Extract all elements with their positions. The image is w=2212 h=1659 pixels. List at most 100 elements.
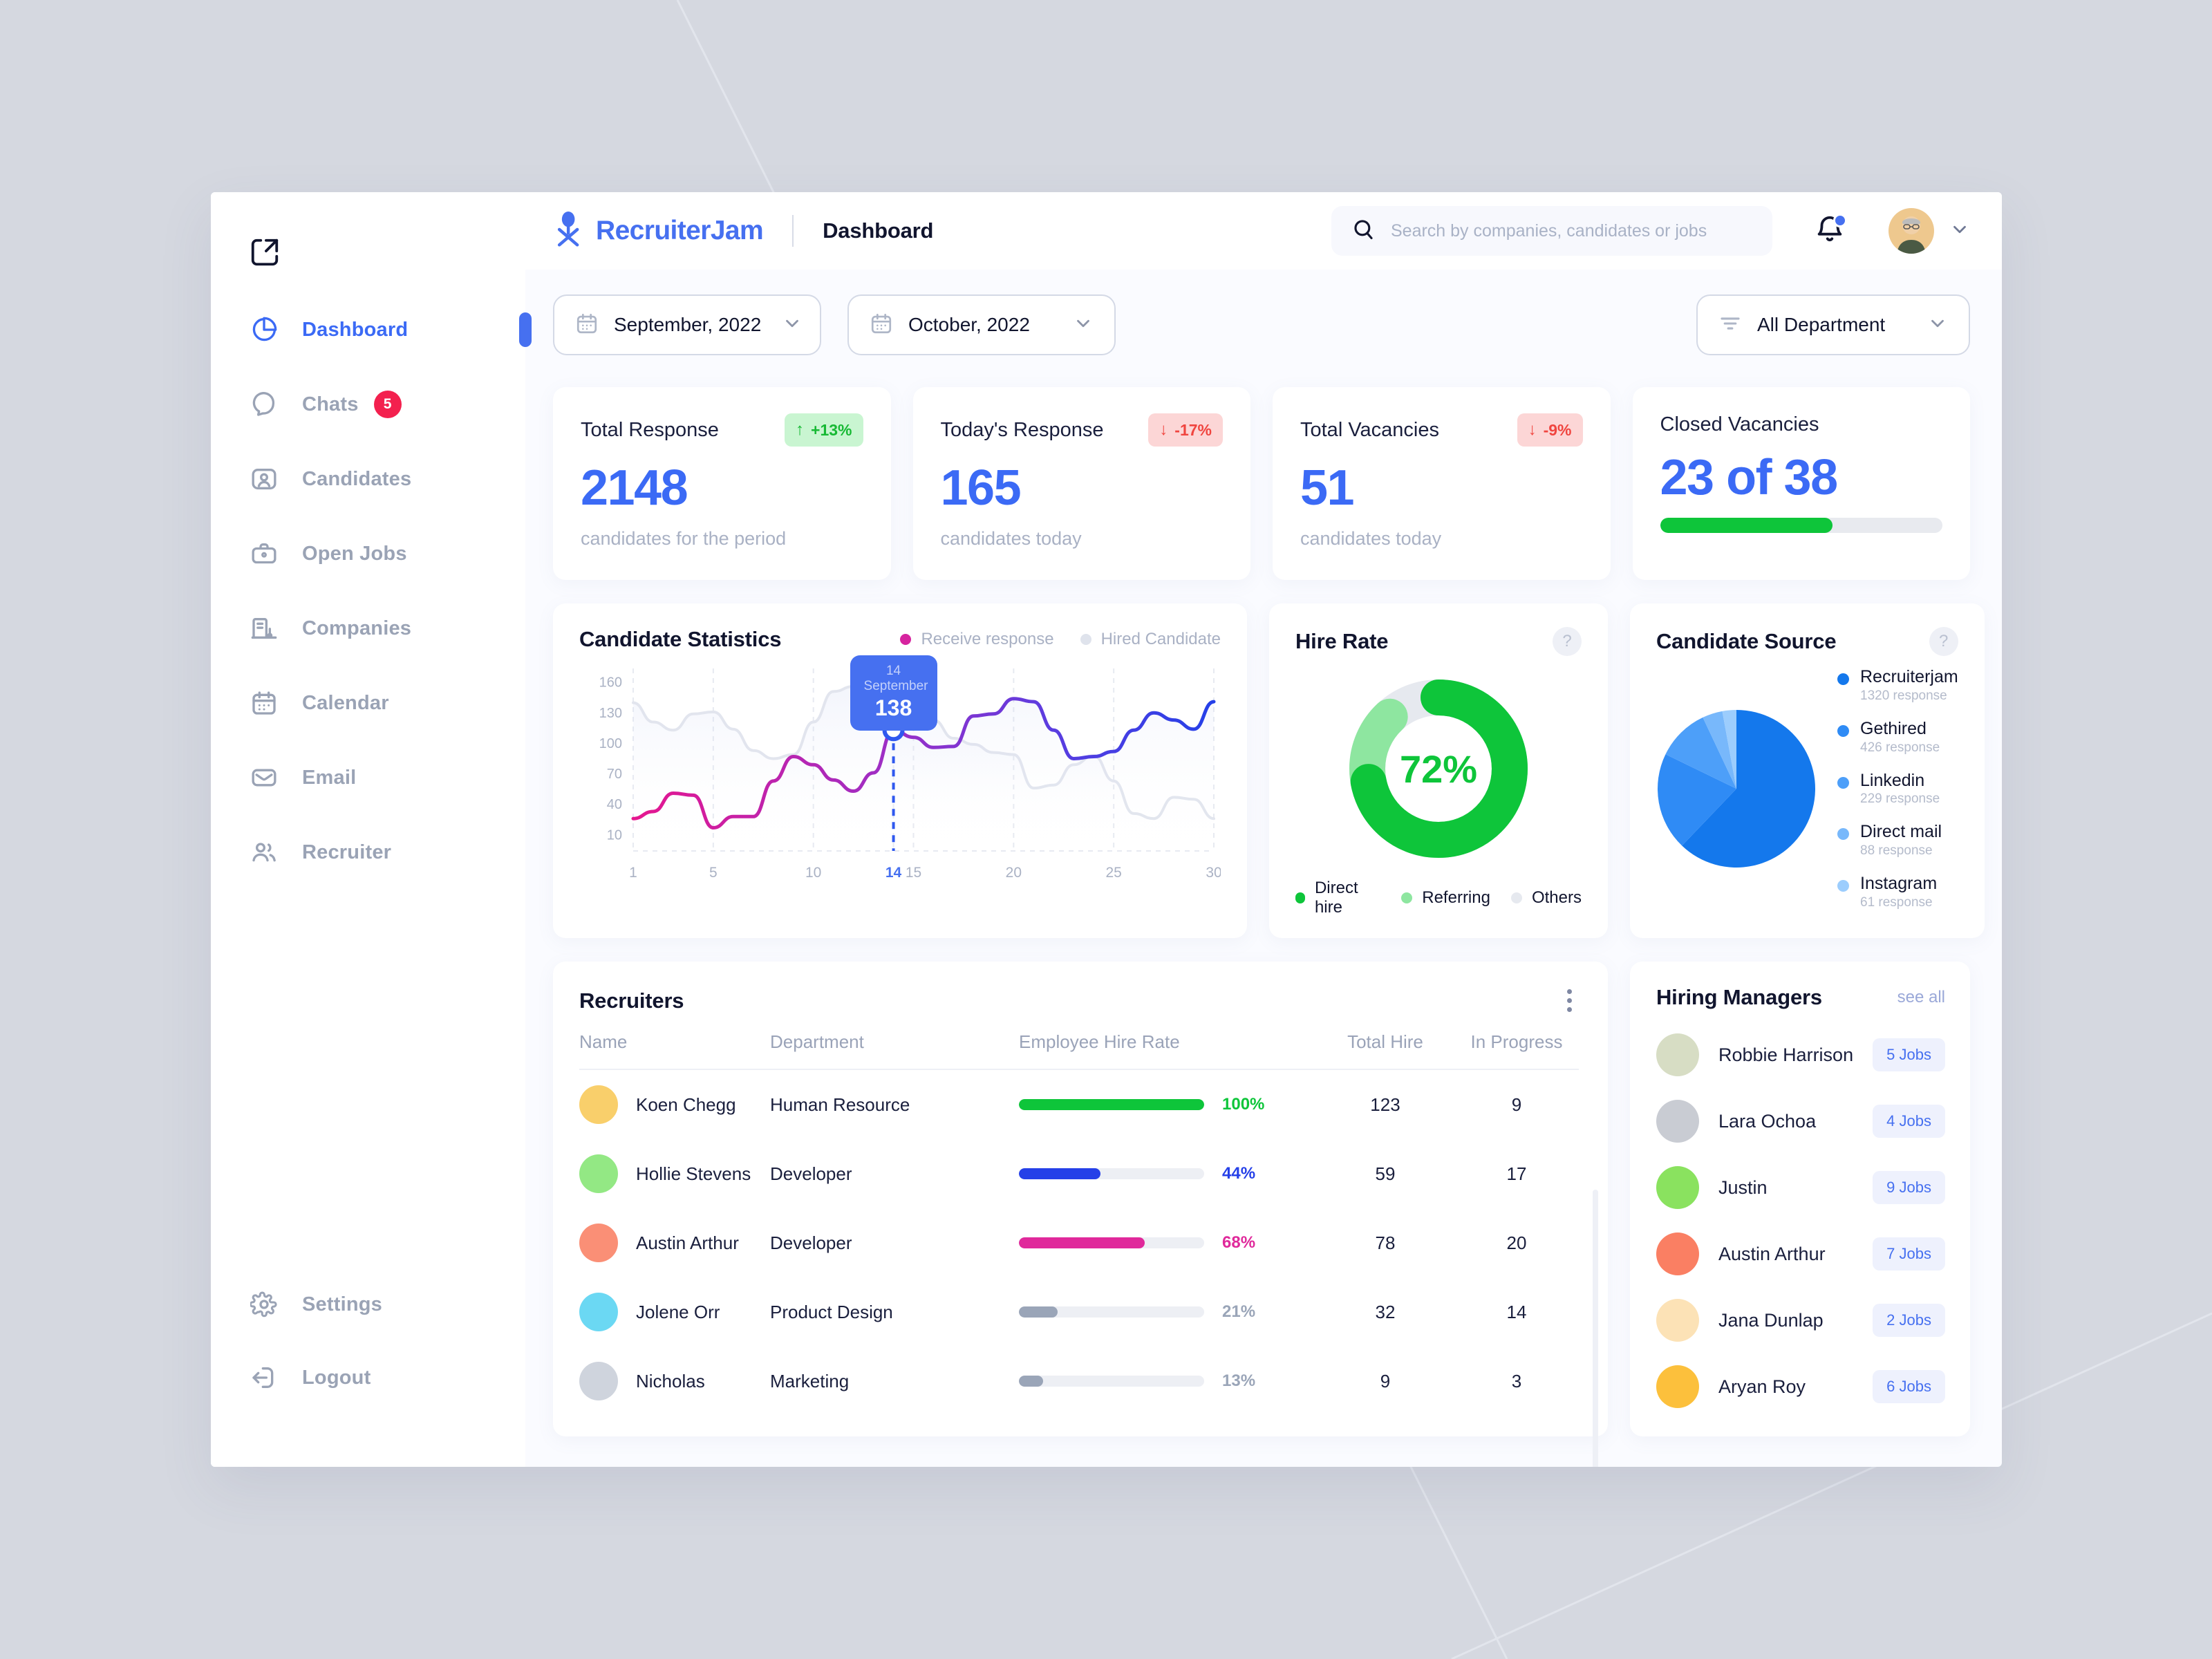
list-item[interactable]: Robbie Harrison 5 Jobs xyxy=(1656,1033,1945,1076)
avatar xyxy=(1656,1100,1699,1143)
sidebar-bottom-nav: Settings Logout xyxy=(211,1284,525,1398)
help-question-icon[interactable]: ? xyxy=(1929,627,1958,656)
x-axis-tick: 25 xyxy=(1105,865,1121,881)
sidebar-item-email[interactable]: Email xyxy=(211,758,525,798)
calendar-icon xyxy=(870,312,893,339)
legend-item-hired-candidate: Hired Candidate xyxy=(1080,630,1221,649)
brand[interactable]: RecruiterJam xyxy=(553,211,764,251)
search-input[interactable] xyxy=(1391,221,1752,241)
hire-rate-value: 21% xyxy=(1222,1302,1256,1321)
sidebar-item-label: Email xyxy=(302,766,357,789)
list-item[interactable]: Justin 9 Jobs xyxy=(1656,1166,1945,1209)
legend-label: Referring xyxy=(1422,888,1490,907)
table-row[interactable]: Koen Chegg Human Resource 100% 123 9 xyxy=(579,1069,1579,1139)
sidebar-item-chats[interactable]: Chats 5 xyxy=(211,384,525,424)
sidebar-item-label: Settings xyxy=(302,1293,382,1315)
source-count: 88 response xyxy=(1860,843,1933,858)
department-select[interactable]: All Department xyxy=(1696,294,1970,355)
hire-rate-value: 44% xyxy=(1222,1164,1256,1183)
stat-value: 2148 xyxy=(581,460,688,516)
list-item[interactable]: Austin Arthur 7 Jobs xyxy=(1656,1232,1945,1275)
notifications-button[interactable] xyxy=(1814,213,1847,249)
sidebar-item-settings[interactable]: Settings xyxy=(211,1284,525,1324)
cell-department: Product Design xyxy=(770,1301,893,1322)
sidebar-item-candidates[interactable]: Candidates xyxy=(211,459,525,499)
source-count: 229 response xyxy=(1860,791,1940,807)
hire-rate-bar xyxy=(1019,1237,1204,1248)
table-row[interactable]: Austin Arthur Developer 68% 78 20 xyxy=(579,1208,1579,1277)
cell-name: Koen Chegg xyxy=(579,1069,770,1139)
sidebar-item-logout[interactable]: Logout xyxy=(211,1358,525,1398)
column-header-hire-rate: Employee Hire Rate xyxy=(1019,1031,1180,1052)
dashboard-content: September, 2022 October, 2022 All Depart… xyxy=(525,270,2002,1467)
x-axis-tick: 14 xyxy=(885,865,902,881)
y-axis-tick: 10 xyxy=(607,827,622,843)
avatar xyxy=(579,1224,618,1262)
table-row[interactable]: Jolene Orr Product Design 21% 32 14 xyxy=(579,1277,1579,1347)
cell-name: Nicholas xyxy=(579,1347,770,1416)
collapse-panel-icon[interactable] xyxy=(249,236,281,272)
delta-value: +13% xyxy=(811,420,852,439)
source-count: 1320 response xyxy=(1860,688,1947,703)
list-item[interactable]: Aryan Roy 6 Jobs xyxy=(1656,1365,1945,1408)
help-question-icon[interactable]: ? xyxy=(1553,627,1582,656)
sidebar-item-label: Calendar xyxy=(302,691,389,714)
envelope-icon xyxy=(249,762,279,793)
table-row[interactable]: Nicholas Marketing 13% 9 3 xyxy=(579,1347,1579,1416)
arrow-down-icon: ↓ xyxy=(1528,420,1537,439)
month-from-select[interactable]: September, 2022 xyxy=(553,294,821,355)
manager-name: Austin Arthur xyxy=(1718,1243,1826,1264)
jobs-badge: 9 Jobs xyxy=(1873,1171,1945,1204)
chevron-down-icon xyxy=(761,313,803,337)
column-header-name: Name xyxy=(579,1031,628,1052)
stat-head: Total Vacancies ↓ -9% xyxy=(1300,413,1583,447)
candidate-source-legend-item: Instagram 61 response xyxy=(1837,874,1958,910)
sidebar-item-dashboard[interactable]: Dashboard xyxy=(211,310,532,350)
building-icon xyxy=(249,613,279,644)
panel-head: Recruiters xyxy=(579,985,1579,1016)
jobs-badge: 5 Jobs xyxy=(1873,1038,1945,1071)
month-to-value: October, 2022 xyxy=(908,314,1030,335)
search-box[interactable] xyxy=(1331,206,1772,256)
avatar xyxy=(579,1362,618,1400)
list-item[interactable]: Jana Dunlap 2 Jobs xyxy=(1656,1299,1945,1342)
source-count: 426 response xyxy=(1860,740,1940,755)
stat-title: Today's Response xyxy=(940,418,1104,441)
stat-subtitle: candidates today xyxy=(1300,528,1442,549)
sidebar-nav: Dashboard Chats 5 Candidates Open Jobs C… xyxy=(211,310,532,907)
month-to-select[interactable]: October, 2022 xyxy=(847,294,1116,355)
arrow-down-icon: ↓ xyxy=(1159,420,1168,439)
sidebar-item-label: Logout xyxy=(302,1366,371,1389)
sidebar-item-open-jobs[interactable]: Open Jobs xyxy=(211,534,525,574)
legend-dot xyxy=(1837,724,1849,737)
avatar xyxy=(1656,1033,1699,1076)
filter-lines-icon xyxy=(1718,312,1742,339)
jobs-badge: 7 Jobs xyxy=(1873,1237,1945,1271)
legend-dot xyxy=(1401,892,1413,903)
profile-menu[interactable] xyxy=(1888,208,1970,254)
more-vertical-icon[interactable] xyxy=(1560,985,1579,1016)
stat-subtitle: candidates for the period xyxy=(581,528,787,549)
avatar xyxy=(1656,1365,1699,1408)
legend-dot xyxy=(1837,828,1849,841)
app-window: Dashboard Chats 5 Candidates Open Jobs C… xyxy=(211,192,2002,1467)
hire-rate-bar xyxy=(1019,1099,1204,1110)
cell-total-hire: 32 xyxy=(1375,1301,1396,1322)
see-all-link[interactable]: see all xyxy=(1897,988,1945,1007)
avatar xyxy=(579,1293,618,1331)
source-name: Instagram xyxy=(1860,874,1938,893)
list-item[interactable]: Lara Ochoa 4 Jobs xyxy=(1656,1100,1945,1143)
recruiter-name: Nicholas xyxy=(636,1370,705,1391)
sidebar-item-recruiter[interactable]: Recruiter xyxy=(211,832,525,872)
vertical-scrollbar[interactable] xyxy=(1593,1190,1598,1467)
stat-subtitle: candidates today xyxy=(940,528,1082,549)
panel-title: Recruiters xyxy=(579,988,684,1013)
sidebar-item-companies[interactable]: Companies xyxy=(211,608,525,648)
sidebar-item-calendar[interactable]: Calendar xyxy=(211,683,525,723)
cell-total-hire: 78 xyxy=(1375,1232,1396,1253)
chart-row: Candidate Statistics Receive response Hi… xyxy=(553,603,1985,938)
table-row[interactable]: Hollie Stevens Developer 44% 59 17 xyxy=(579,1139,1579,1208)
sidebar-item-label: Open Jobs xyxy=(302,542,407,565)
cell-name: Hollie Stevens xyxy=(579,1139,770,1208)
legend-item-referring: Referring xyxy=(1401,879,1490,917)
